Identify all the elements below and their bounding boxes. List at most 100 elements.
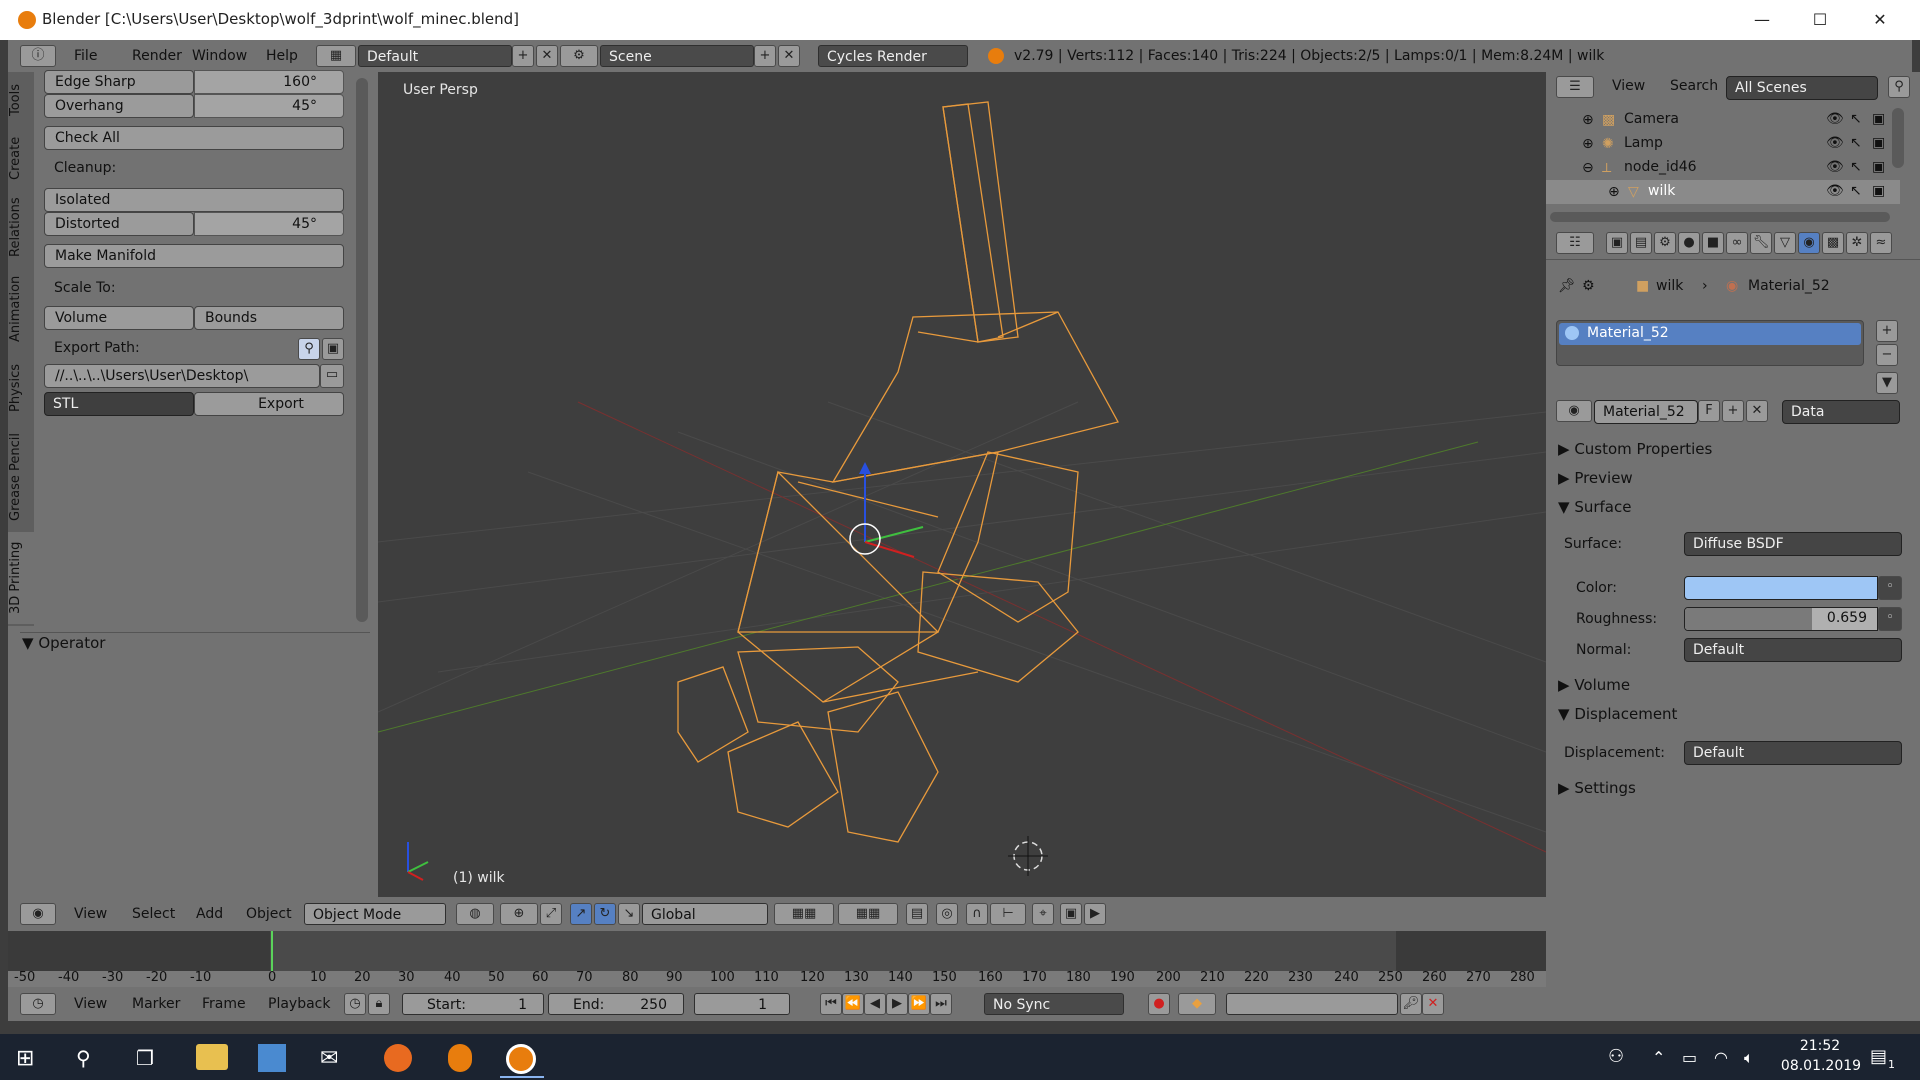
keying-icon[interactable]: ◆ <box>1178 993 1216 1015</box>
blender-taskbar-icon[interactable] <box>506 1044 536 1074</box>
add-slot-icon[interactable]: + <box>1876 320 1898 342</box>
expand-icon[interactable]: ⊕ <box>1582 112 1594 128</box>
physics-tab-icon[interactable]: ≈ <box>1870 232 1892 254</box>
normal-dropdown[interactable]: Default <box>1684 638 1902 662</box>
select-arrow-icon[interactable]: ↖ <box>1850 135 1862 151</box>
record-icon[interactable]: ● <box>1148 993 1170 1015</box>
file-icon[interactable]: ▣ <box>322 338 344 360</box>
distorted-button[interactable]: Distorted <box>44 212 194 236</box>
export-button[interactable]: Export <box>194 392 344 416</box>
scene-field[interactable]: Scene <box>600 45 754 67</box>
outliner-menu-view[interactable]: View <box>1612 78 1645 94</box>
editor-type-timeline-icon[interactable]: ◷ <box>20 993 56 1015</box>
material-slot-list[interactable]: Material_52 <box>1556 320 1864 366</box>
battery-icon[interactable]: ▭ <box>1682 1048 1697 1067</box>
tab-animation[interactable]: Animation <box>8 270 34 348</box>
render-tab-icon[interactable]: ▣ <box>1606 232 1628 254</box>
snap-target-icon[interactable]: ⌖ <box>1032 903 1054 925</box>
minimize-button[interactable]: — <box>1742 6 1782 34</box>
mail-icon[interactable]: ✉ <box>320 1046 338 1071</box>
outliner-vscrollbar[interactable] <box>1892 108 1904 168</box>
orientation-dropdown[interactable]: Global <box>642 903 768 925</box>
jump-end-icon[interactable]: ⏭ <box>930 993 952 1015</box>
keying-set-field[interactable] <box>1226 993 1398 1015</box>
isolated-button[interactable]: Isolated <box>44 188 344 212</box>
panel-custom-properties[interactable]: ▶ Custom Properties <box>1546 440 1920 464</box>
color-swatch[interactable] <box>1684 576 1878 600</box>
outliner-item-label[interactable]: Camera <box>1624 111 1679 127</box>
material-slot-selected[interactable]: Material_52 <box>1559 323 1861 345</box>
select-arrow-icon[interactable]: ↖ <box>1850 183 1862 199</box>
outliner-row-lamp[interactable]: ⊕ ✺ Lamp 👁︎ ↖ ▣ <box>1546 132 1900 156</box>
visibility-eye-icon[interactable]: 👁︎ <box>1826 159 1844 175</box>
clock-date[interactable]: 08.01.2019 <box>1776 1058 1866 1074</box>
world-tab-icon[interactable]: ● <box>1678 232 1700 254</box>
particles-tab-icon[interactable]: ✲ <box>1846 232 1868 254</box>
distorted-field[interactable]: 45° <box>194 212 344 236</box>
tab-grease-pencil[interactable]: Grease Pencil <box>8 426 34 528</box>
panel-preview[interactable]: ▶ Preview <box>1546 469 1920 493</box>
play-reverse-icon[interactable]: ◀ <box>864 993 886 1015</box>
material-name-field[interactable]: Material_52 <box>1594 400 1698 424</box>
mode-dropdown[interactable]: Object Mode <box>304 903 446 925</box>
firefox-icon[interactable] <box>384 1044 412 1072</box>
snap-element-icon[interactable]: ⊢ <box>990 903 1026 925</box>
outliner-hscrollbar[interactable] <box>1550 212 1890 222</box>
notification-icon[interactable]: ▤ <box>1870 1046 1887 1067</box>
menu-file[interactable]: File <box>74 48 97 64</box>
search-icon[interactable]: ⚲ <box>76 1046 91 1070</box>
overhang-field[interactable]: 45° <box>194 94 344 118</box>
proportional-edit-icon[interactable]: ◎ <box>936 903 958 925</box>
layout-field[interactable]: Default <box>358 45 512 67</box>
object-tab-icon[interactable]: ■ <box>1702 232 1724 254</box>
visibility-eye-icon[interactable]: 👁︎ <box>1826 111 1844 127</box>
outliner-item-label[interactable]: wilk <box>1648 183 1675 199</box>
scale-bounds-button[interactable]: Bounds <box>194 306 344 330</box>
translate-icon[interactable]: ↗ <box>570 903 592 925</box>
select-arrow-icon[interactable]: ↖ <box>1850 111 1862 127</box>
wifi-icon[interactable]: ◠ <box>1714 1048 1728 1067</box>
add-layout-icon[interactable]: + <box>512 45 534 67</box>
timeline-menu-frame[interactable]: Frame <box>202 996 246 1012</box>
expand-icon[interactable]: ⊕ <box>1608 184 1620 200</box>
editor-type-outliner-icon[interactable]: ☰ <box>1556 76 1594 98</box>
surface-shader-dropdown[interactable]: Diffuse BSDF <box>1684 532 1902 556</box>
people-icon[interactable]: ⚇ <box>1608 1046 1624 1067</box>
modifiers-tab-icon[interactable]: 🔧︎ <box>1750 232 1772 254</box>
texture-tab-icon[interactable]: ▩ <box>1822 232 1844 254</box>
render-camera-icon[interactable]: ▣ <box>1872 135 1885 151</box>
timeline-menu-view[interactable]: View <box>74 996 107 1012</box>
timeline-menu-marker[interactable]: Marker <box>132 996 180 1012</box>
visibility-eye-icon[interactable]: 👁︎ <box>1826 135 1844 151</box>
render-anim-icon[interactable]: ▶ <box>1084 903 1106 925</box>
render-camera-icon[interactable]: ▣ <box>1872 183 1885 199</box>
tab-relations[interactable]: Relations <box>8 194 34 260</box>
delete-keyframe-icon[interactable]: ✕ <box>1422 993 1444 1015</box>
scale-volume-button[interactable]: Volume <box>44 306 194 330</box>
volume-icon[interactable]: 🔈︎ <box>1744 1048 1754 1068</box>
remove-slot-icon[interactable]: − <box>1876 344 1898 366</box>
shading-dropdown-icon[interactable]: ◍ <box>456 903 494 925</box>
outliner-search-icon[interactable]: ⚲ <box>1888 76 1910 98</box>
operator-panel-header[interactable]: ▼ Operator <box>22 634 105 652</box>
slot-menu-icon[interactable]: ▼ <box>1876 372 1898 394</box>
editor-type-properties-icon[interactable]: ☷ <box>1556 232 1594 254</box>
roughness-slider[interactable]: 0.659 <box>1684 607 1878 631</box>
tab-create[interactable]: Create <box>8 132 34 184</box>
app-icon[interactable] <box>448 1044 472 1072</box>
outliner-item-label[interactable]: Lamp <box>1624 135 1663 151</box>
3d-viewport[interactable]: User Persp (1) wilk <box>378 72 1546 897</box>
add-scene-icon[interactable]: + <box>754 45 776 67</box>
remove-scene-icon[interactable]: ✕ <box>778 45 800 67</box>
scene-icon[interactable]: ⚙ <box>560 45 598 67</box>
tab-physics[interactable]: Physics <box>8 358 34 418</box>
roughness-link-icon[interactable]: ◦ <box>1878 607 1902 631</box>
timeline[interactable]: -50 -40 -30 -20 -10 0 10 20 30 40 50 60 … <box>8 931 1546 987</box>
chevron-up-icon[interactable]: ⌃ <box>1652 1048 1665 1067</box>
snap-magnet-icon[interactable]: ∩ <box>966 903 988 925</box>
file-explorer-icon[interactable] <box>196 1044 228 1070</box>
menu-select[interactable]: Select <box>132 906 175 922</box>
menu-window[interactable]: Window <box>192 48 247 64</box>
layer-lock-icon[interactable]: ▤ <box>906 903 928 925</box>
eyedropper-icon[interactable]: ⚲ <box>298 338 320 360</box>
